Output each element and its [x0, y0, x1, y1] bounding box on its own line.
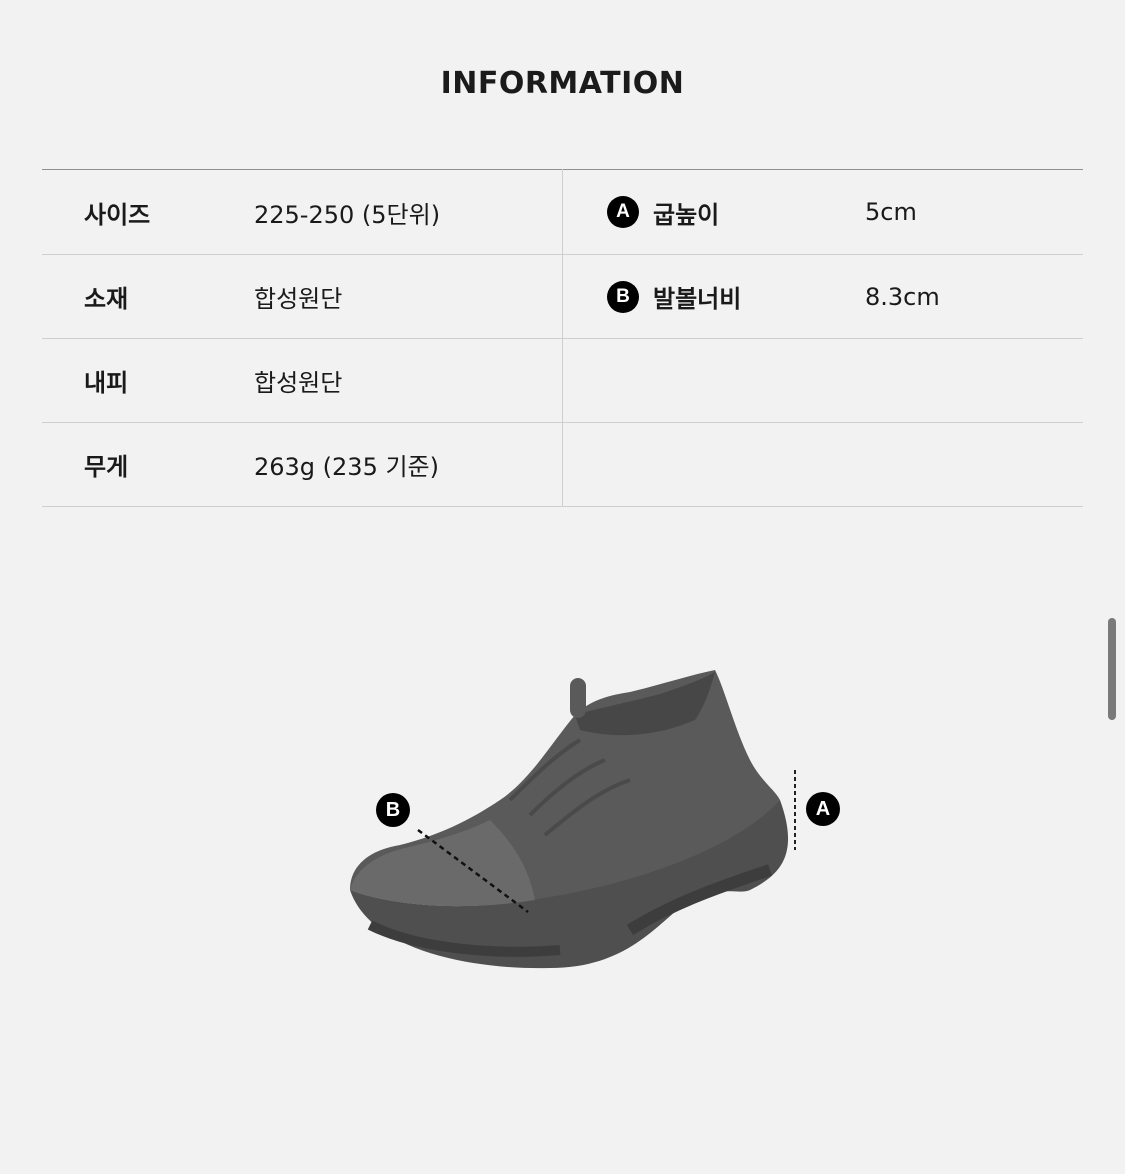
heel-height-value: 5cm	[865, 169, 1083, 255]
badge-b-icon: B	[607, 280, 639, 313]
heel-height-label-text: 굽높이	[653, 200, 720, 229]
table-row: 내피 합성원단	[42, 338, 1083, 423]
page-title: INFORMATION	[440, 66, 685, 101]
heel-height-label: A 굽높이	[562, 169, 865, 255]
shoe-diagram: B A	[330, 650, 870, 990]
foot-width-value: 8.3cm	[865, 254, 1083, 339]
material-value: 합성원단	[254, 254, 563, 339]
empty-cell	[562, 422, 1083, 507]
marker-a-icon: A	[806, 792, 840, 826]
weight-label: 무게	[42, 422, 254, 507]
size-value: 225-250 (5단위)	[254, 169, 563, 255]
scrollbar[interactable]	[1108, 618, 1116, 720]
table-row: 무게 263g (235 기준)	[42, 422, 1083, 507]
weight-value: 263g (235 기준)	[254, 422, 563, 507]
table-row: 소재 합성원단 B 발볼너비 8.3cm	[42, 254, 1083, 339]
product-info-table: 사이즈 225-250 (5단위) A 굽높이 5cm 소재 합성원단 B 발볼…	[42, 169, 1083, 507]
table-row: 사이즈 225-250 (5단위) A 굽높이 5cm	[42, 169, 1083, 255]
sneaker-illustration	[350, 670, 796, 969]
empty-cell	[562, 338, 1083, 423]
marker-b-icon: B	[376, 793, 410, 827]
badge-a-icon: A	[607, 196, 639, 228]
material-label: 소재	[42, 254, 254, 339]
foot-width-label: B 발볼너비	[562, 254, 865, 339]
foot-width-label-text: 발볼너비	[653, 285, 742, 313]
size-label: 사이즈	[42, 169, 254, 255]
lining-label: 내피	[42, 338, 254, 423]
lining-value: 합성원단	[254, 338, 563, 423]
